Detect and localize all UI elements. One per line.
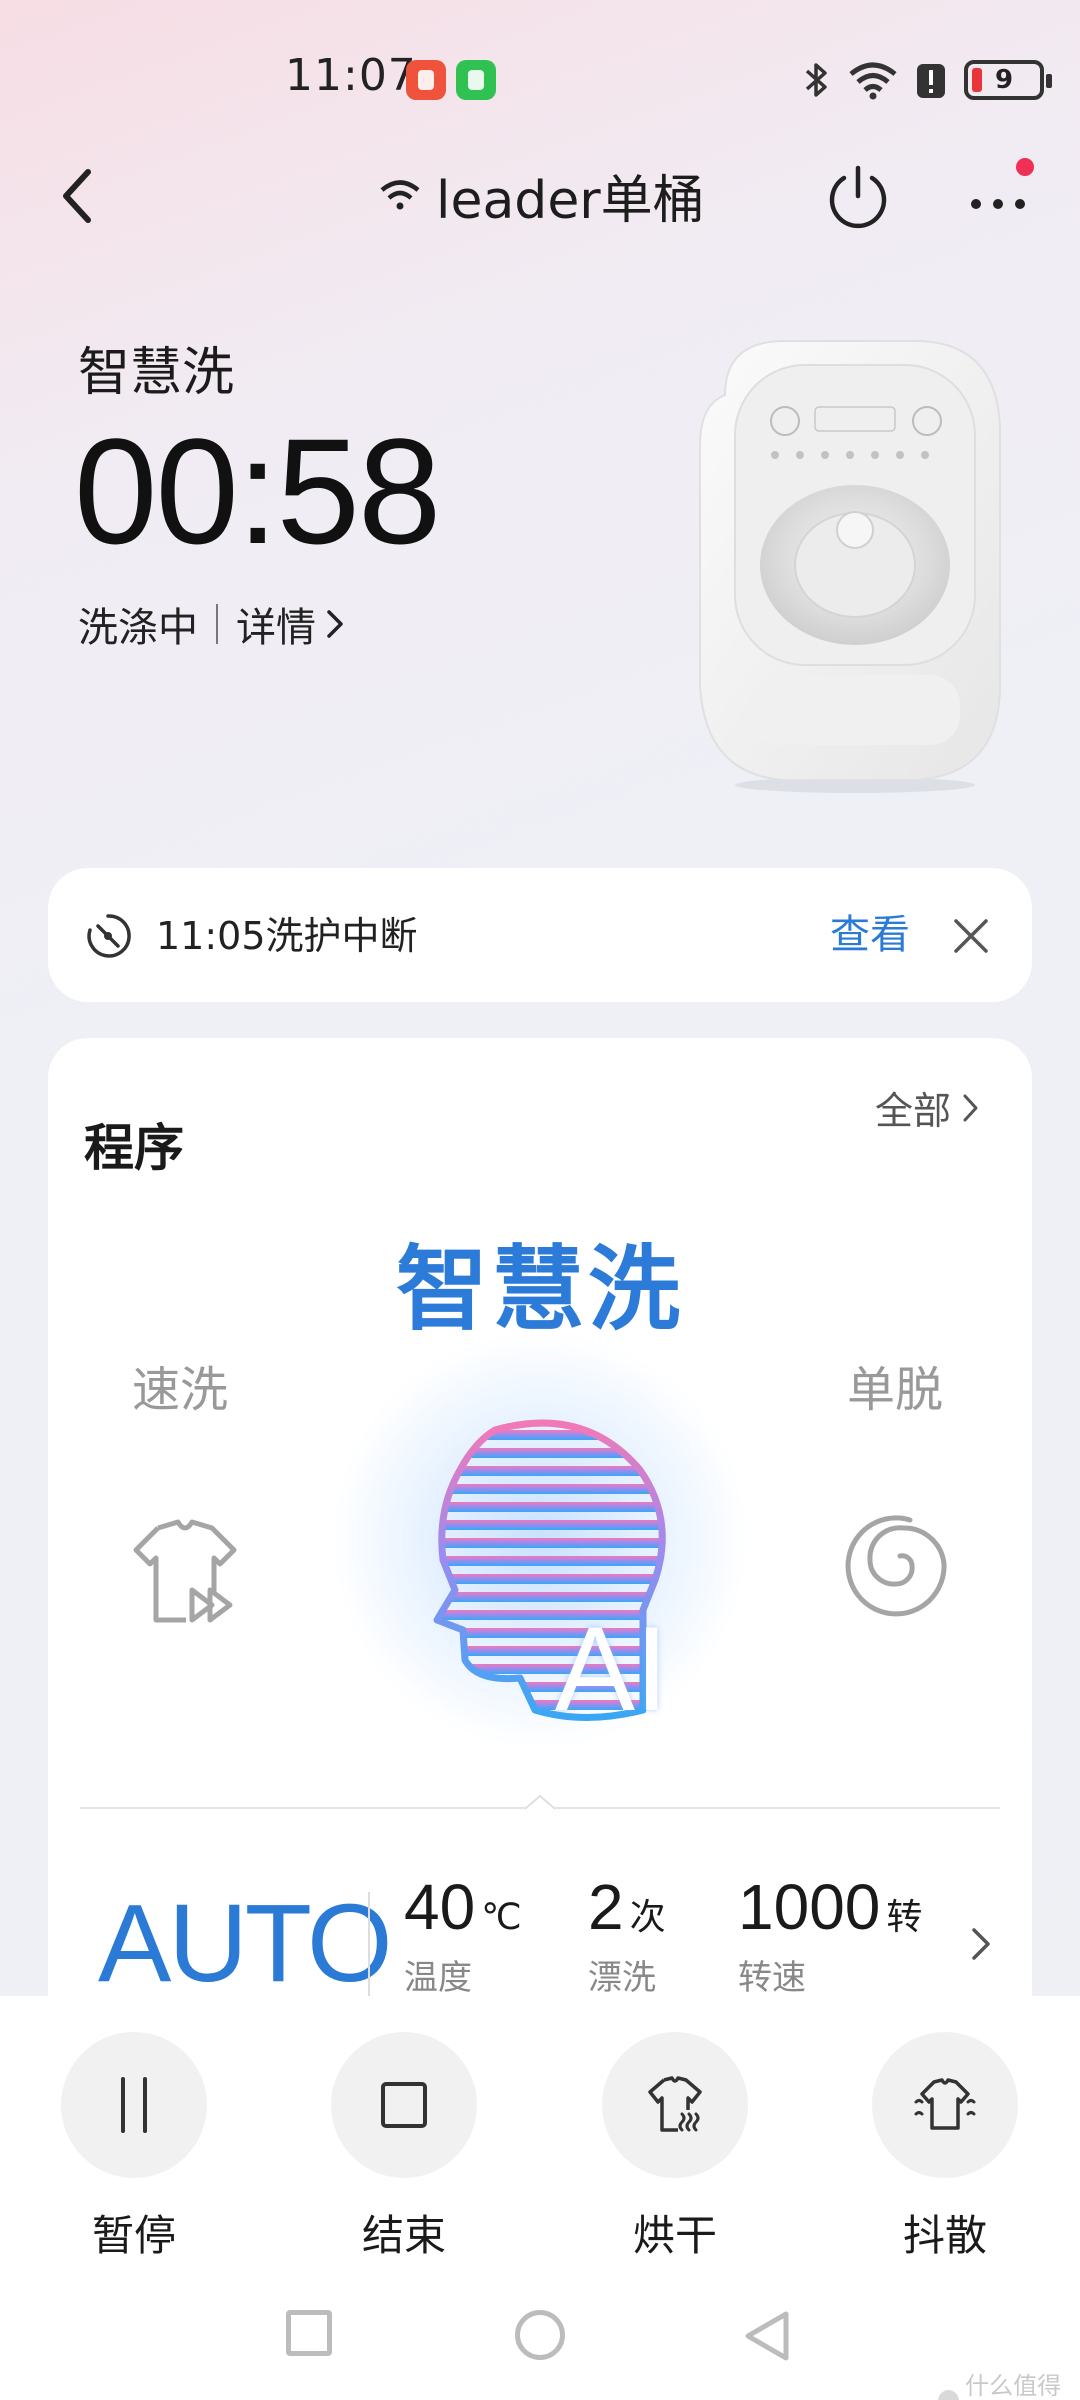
chevron-right-icon xyxy=(327,610,343,638)
back-nav-icon[interactable] xyxy=(742,2310,792,2362)
battery-level: 9 xyxy=(994,65,1014,95)
chevron-right-icon xyxy=(963,1094,978,1121)
status-time: 11:07 xyxy=(285,50,417,101)
wash-status: 洗涤中 详情 xyxy=(78,595,346,653)
pause-icon xyxy=(121,2077,147,2133)
param-unit: ℃ xyxy=(481,1897,522,1938)
selection-notch xyxy=(525,1794,555,1810)
stop-icon xyxy=(381,2082,427,2128)
status-icons: 9 xyxy=(804,56,1052,104)
param-spin-speed[interactable]: 1000 转 转速 xyxy=(738,1870,922,1999)
home-button[interactable] xyxy=(515,2310,565,2360)
param-value: 2 xyxy=(588,1871,624,1943)
program-option-spin-label[interactable]: 单脱 xyxy=(847,1350,943,1420)
fluff-button-circle[interactable] xyxy=(872,2032,1018,2178)
washer-image xyxy=(699,340,1001,793)
param-label: 转速 xyxy=(738,1958,806,1998)
fluff-shirt-icon xyxy=(914,2078,976,2130)
wechat-icon xyxy=(456,60,496,100)
auto-mode-label[interactable]: AUTO xyxy=(98,1880,393,2007)
wifi-icon xyxy=(849,62,897,100)
vertical-divider xyxy=(368,1892,370,2012)
param-value: 1000 xyxy=(738,1871,881,1943)
current-program-title: 智慧洗 xyxy=(395,1236,684,1343)
wifi-small-icon xyxy=(380,180,420,210)
all-programs-label: 全部 xyxy=(875,1089,952,1133)
close-icon[interactable] xyxy=(950,915,992,957)
param-unit: 转 xyxy=(886,1897,923,1938)
bluetooth-icon xyxy=(805,63,827,97)
param-temperature[interactable]: 40 ℃ 温度 xyxy=(404,1870,522,1999)
dry-label: 烘干 xyxy=(632,2211,717,2260)
details-label: 详情 xyxy=(236,605,316,651)
dry-shirt-icon xyxy=(648,2076,702,2132)
stop-button[interactable]: 结束 xyxy=(329,2032,479,2263)
dry-button[interactable]: 烘干 xyxy=(600,2032,750,2263)
pause-button[interactable]: 暂停 xyxy=(59,2032,209,2263)
quick-wash-icon[interactable] xyxy=(120,1508,250,1638)
recents-button[interactable] xyxy=(286,2310,332,2356)
stop-button-circle[interactable] xyxy=(331,2032,477,2178)
watermark-text: 什么值得买 xyxy=(965,2372,1062,2400)
current-mode-name: 智慧洗 xyxy=(78,343,235,403)
pause-label: 暂停 xyxy=(91,2211,176,2260)
program-title: 程序 xyxy=(84,1119,184,1177)
disconnect-icon xyxy=(87,914,131,958)
chevron-right-icon[interactable] xyxy=(968,1924,994,1964)
param-unit: 次 xyxy=(629,1897,666,1938)
watermark-logo-icon xyxy=(938,2390,960,2400)
fluff-label: 抖散 xyxy=(902,2211,987,2260)
param-label: 温度 xyxy=(404,1958,472,1998)
ai-label: AI xyxy=(555,1602,669,1736)
spin-icon[interactable] xyxy=(840,1508,952,1620)
view-notice-button[interactable]: 查看 xyxy=(830,908,910,962)
program-option-quick-label[interactable]: 速洗 xyxy=(132,1350,228,1420)
param-value: 40 xyxy=(404,1871,476,1943)
dry-button-circle[interactable] xyxy=(602,2032,748,2178)
stop-label: 结束 xyxy=(361,2211,446,2260)
notification-app-icon xyxy=(406,60,446,100)
wash-state: 洗涤中 xyxy=(78,605,198,651)
details-link[interactable]: 详情 xyxy=(236,595,346,653)
separator xyxy=(216,604,218,644)
device-name: leader单桶 xyxy=(436,170,705,231)
notification-badge xyxy=(1016,158,1034,176)
back-icon[interactable] xyxy=(52,160,112,230)
pause-button-circle[interactable] xyxy=(61,2032,207,2178)
remaining-time: 00:58 xyxy=(74,407,441,575)
fluff-button[interactable]: 抖散 xyxy=(870,2032,1020,2263)
watermark: 什么值得买 xyxy=(938,2366,1080,2400)
param-rinse[interactable]: 2次 漂洗 xyxy=(588,1870,666,1999)
alert-icon xyxy=(917,64,945,98)
battery-icon: 9 xyxy=(964,60,1052,100)
notice-message: 11:05洗护中断 xyxy=(156,914,418,958)
power-icon[interactable] xyxy=(820,160,896,236)
device-title: leader单桶 xyxy=(380,155,705,235)
all-programs-link[interactable]: 全部 xyxy=(875,1080,981,1135)
more-options-icon[interactable] xyxy=(960,170,1040,230)
param-label: 漂洗 xyxy=(588,1958,656,1998)
